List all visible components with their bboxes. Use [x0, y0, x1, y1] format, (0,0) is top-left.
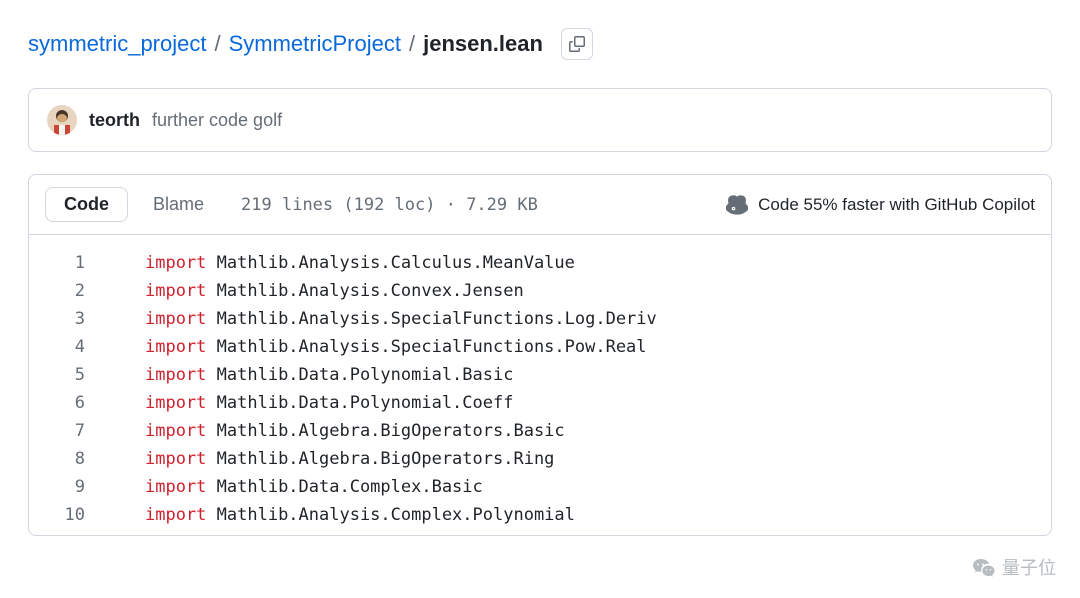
file-header: Code Blame 219 lines (192 loc) · 7.29 KB…: [29, 175, 1051, 235]
code-line: 2import Mathlib.Analysis.Convex.Jensen: [29, 277, 1051, 305]
code-content[interactable]: import Mathlib.Data.Polynomial.Coeff: [113, 389, 513, 417]
copy-icon: [569, 36, 585, 52]
file-meta: 219 lines (192 loc) · 7.29 KB: [241, 195, 538, 215]
view-tabs: Code Blame: [45, 187, 223, 222]
code-content[interactable]: import Mathlib.Analysis.SpecialFunctions…: [113, 333, 647, 361]
code-line: 9import Mathlib.Data.Complex.Basic: [29, 473, 1051, 501]
watermark-text: 量子位: [1002, 554, 1056, 580]
code-line: 1import Mathlib.Analysis.Calculus.MeanVa…: [29, 249, 1051, 277]
line-number[interactable]: 3: [29, 305, 113, 333]
breadcrumb-separator: /: [409, 31, 415, 57]
code-content[interactable]: import Mathlib.Algebra.BigOperators.Ring: [113, 445, 554, 473]
tab-code[interactable]: Code: [45, 187, 128, 222]
tab-blame[interactable]: Blame: [134, 187, 223, 222]
copy-path-button[interactable]: [561, 28, 593, 60]
line-number[interactable]: 2: [29, 277, 113, 305]
avatar[interactable]: [47, 105, 77, 135]
line-number[interactable]: 9: [29, 473, 113, 501]
watermark: 量子位: [972, 554, 1056, 580]
code-line: 7import Mathlib.Algebra.BigOperators.Bas…: [29, 417, 1051, 445]
copilot-promo[interactable]: Code 55% faster with GitHub Copilot: [726, 194, 1035, 216]
code-content[interactable]: import Mathlib.Analysis.Calculus.MeanVal…: [113, 249, 575, 277]
code-line: 10import Mathlib.Analysis.Complex.Polyno…: [29, 501, 1051, 529]
line-number[interactable]: 1: [29, 249, 113, 277]
commit-author[interactable]: teorth: [89, 110, 140, 131]
breadcrumb-folder-link[interactable]: SymmetricProject: [229, 31, 401, 57]
line-number[interactable]: 8: [29, 445, 113, 473]
code-content[interactable]: import Mathlib.Analysis.Convex.Jensen: [113, 277, 524, 305]
code-line: 4import Mathlib.Analysis.SpecialFunction…: [29, 333, 1051, 361]
breadcrumb-current-file: jensen.lean: [423, 31, 543, 57]
breadcrumb-separator: /: [214, 31, 220, 57]
line-number[interactable]: 5: [29, 361, 113, 389]
code-line: 6import Mathlib.Data.Polynomial.Coeff: [29, 389, 1051, 417]
commit-message[interactable]: further code golf: [152, 110, 282, 131]
wechat-icon: [972, 557, 996, 577]
copilot-promo-text: Code 55% faster with GitHub Copilot: [758, 195, 1035, 215]
latest-commit-bar[interactable]: teorth further code golf: [28, 88, 1052, 152]
code-area: 1import Mathlib.Analysis.Calculus.MeanVa…: [29, 235, 1051, 535]
code-content[interactable]: import Mathlib.Algebra.BigOperators.Basi…: [113, 417, 565, 445]
code-line: 8import Mathlib.Algebra.BigOperators.Rin…: [29, 445, 1051, 473]
code-content[interactable]: import Mathlib.Data.Complex.Basic: [113, 473, 483, 501]
breadcrumb-root-link[interactable]: symmetric_project: [28, 31, 206, 57]
line-number[interactable]: 4: [29, 333, 113, 361]
code-line: 3import Mathlib.Analysis.SpecialFunction…: [29, 305, 1051, 333]
line-number[interactable]: 7: [29, 417, 113, 445]
code-content[interactable]: import Mathlib.Data.Polynomial.Basic: [113, 361, 513, 389]
file-view-box: Code Blame 219 lines (192 loc) · 7.29 KB…: [28, 174, 1052, 536]
line-number[interactable]: 10: [29, 501, 113, 529]
code-line: 5import Mathlib.Data.Polynomial.Basic: [29, 361, 1051, 389]
breadcrumb: symmetric_project / SymmetricProject / j…: [0, 0, 1080, 70]
code-content[interactable]: import Mathlib.Analysis.SpecialFunctions…: [113, 305, 657, 333]
copilot-icon: [726, 194, 748, 216]
line-number[interactable]: 6: [29, 389, 113, 417]
code-content[interactable]: import Mathlib.Analysis.Complex.Polynomi…: [113, 501, 575, 529]
